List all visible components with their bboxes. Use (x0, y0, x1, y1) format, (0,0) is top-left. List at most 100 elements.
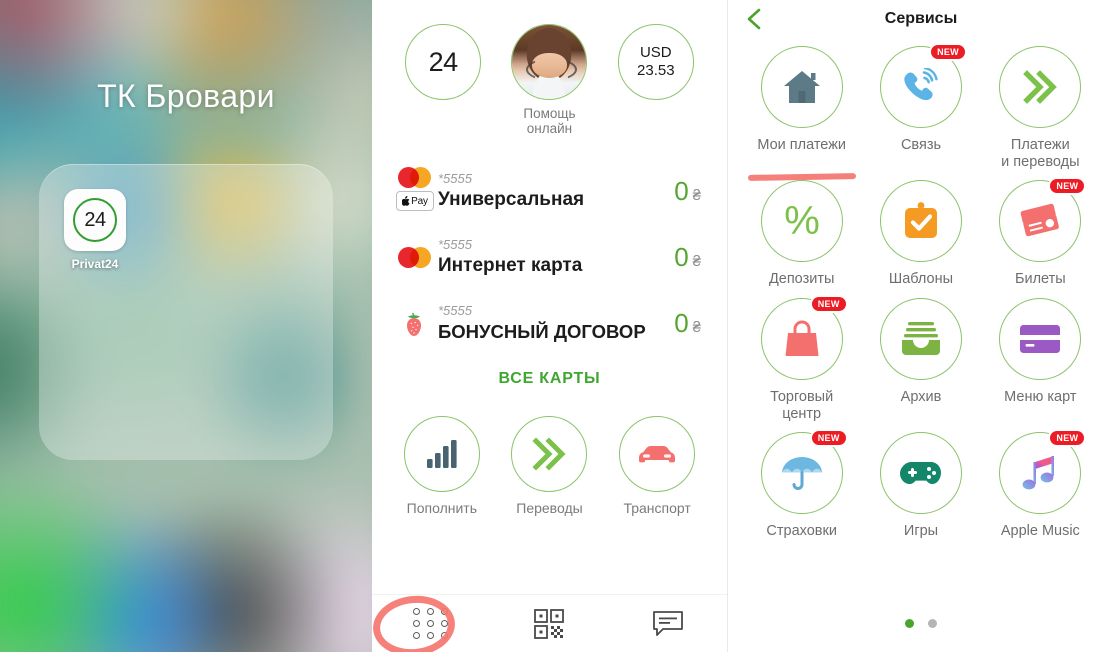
service-item-card-menu[interactable]: Меню карт (981, 294, 1100, 422)
gamepad-icon (899, 462, 941, 485)
app-icon-privat24[interactable]: 24 Privat24 (62, 189, 128, 271)
card-info: *5555 БОНУСНЫЙ ДОГОВОР (438, 303, 674, 343)
usd-rate-value: 23.53 (637, 62, 675, 79)
service-icon-circle[interactable] (879, 298, 962, 381)
service-icon-circle[interactable]: NEW (999, 431, 1085, 515)
service-label: Apple Music (1000, 523, 1080, 540)
service-icon-circle[interactable] (879, 180, 962, 263)
service-item-archive[interactable]: Архив (861, 294, 980, 422)
card-balance: 0 ₴ (674, 308, 701, 339)
umbrella-icon (781, 457, 822, 491)
service-label: Архив (900, 389, 942, 406)
privat24-main-panel: 24 Помощь онлайн USD 23.53 Pay *5555 Уни… (370, 0, 728, 652)
service-icon-circle[interactable]: NEW (760, 297, 846, 381)
card-name: Интернет карта (438, 255, 583, 276)
service-item-insurance[interactable]: NEW Страховки (742, 428, 861, 540)
tab-chat[interactable] (628, 602, 708, 646)
support-avatar[interactable] (511, 24, 588, 100)
quick-action-topup-label: Пополнить (406, 500, 477, 516)
card-row[interactable]: *5555 БОНУСНЫЙ ДОГОВОР 0 ₴ (372, 290, 727, 356)
service-icon-circle[interactable]: NEW (760, 431, 846, 515)
service-icon-circle[interactable] (999, 298, 1082, 381)
service-icon-circle[interactable]: NEW (999, 179, 1085, 263)
quick-action-transport[interactable]: Транспорт (605, 416, 709, 516)
usd-rate-circle[interactable]: USD 23.53 (617, 24, 694, 100)
service-item-deposits[interactable]: % Депозиты (742, 176, 861, 288)
clipboard-check-icon (904, 202, 937, 239)
service-item-communication[interactable]: NEW Связь (861, 42, 980, 170)
home-icon (783, 71, 820, 103)
currency-symbol-icon: ₴ (692, 318, 701, 336)
strawberry-icon (407, 312, 421, 336)
new-badge: NEW (931, 45, 965, 59)
usd-currency-label: USD (639, 44, 672, 62)
privat24-logo-text: 24 (428, 46, 459, 77)
service-icon-circle[interactable]: % (760, 180, 843, 263)
card-info: *5555 Интернет карта (438, 237, 674, 277)
card-name: БОНУСНЫЙ ДОГОВОР (438, 321, 646, 342)
service-label: Торговый центр (742, 389, 861, 422)
service-label: Игры (903, 523, 939, 540)
service-item-games[interactable]: Игры (861, 428, 980, 540)
tab-qr[interactable] (509, 602, 589, 646)
service-icon-circle[interactable]: NEW (879, 45, 965, 128)
pagination-dot-active[interactable] (905, 619, 914, 628)
services-grid: Мои платежи NEW Связь Платежи и переводы… (728, 38, 1114, 540)
pagination-dots[interactable] (728, 619, 1114, 628)
quick-action-transfers[interactable]: Переводы (497, 416, 601, 516)
service-label-line2: центр (782, 405, 822, 422)
service-item-my-payments[interactable]: Мои платежи (742, 42, 861, 182)
service-icon-circle[interactable] (760, 46, 843, 128)
service-label: Мои платежи (757, 137, 846, 153)
back-button[interactable] (742, 6, 768, 32)
service-item-templates[interactable]: Шаблоны (861, 176, 980, 288)
quick-action-topup[interactable]: Пополнить (390, 416, 494, 516)
service-item-tickets[interactable]: NEW Билеты (981, 176, 1100, 288)
page-title: Сервисы (884, 10, 958, 27)
service-item-apple-music[interactable]: NEW Apple Music (981, 428, 1100, 540)
quick-action-topup-circle[interactable] (403, 416, 480, 492)
new-badge: NEW (1050, 431, 1085, 446)
card-balance-amount: 0 (674, 175, 689, 206)
qr-code-icon (534, 608, 565, 639)
tab-services[interactable] (370, 591, 471, 652)
service-item-payments-transfers[interactable]: Платежи и переводы (981, 42, 1100, 170)
card-mask: *5555 (438, 237, 472, 252)
card-info: *5555 Универсальная (438, 171, 674, 211)
bottom-tab-bar (370, 591, 727, 652)
top-circles-row: 24 Помощь онлайн USD 23.53 (372, 0, 727, 136)
pagination-dot[interactable] (928, 619, 937, 628)
quick-action-transfers-circle[interactable] (511, 416, 588, 492)
quick-action-transfers-label: Переводы (516, 500, 583, 516)
music-note-icon (1022, 456, 1055, 490)
apple-pay-icon: Pay (396, 191, 434, 211)
phone-signal-icon (904, 68, 938, 101)
new-badge: NEW (811, 431, 846, 446)
privat24-logo-button[interactable]: 24 (393, 24, 493, 100)
service-icon-circle[interactable] (879, 432, 962, 515)
service-icon-circle[interactable] (999, 46, 1082, 128)
card-row[interactable]: Pay *5555 Универсальная 0 ₴ (372, 158, 727, 224)
card-mask: *5555 (438, 171, 472, 186)
privat24-logo-circle[interactable]: 24 (405, 24, 482, 100)
new-badge: NEW (811, 297, 846, 312)
quick-action-transport-label: Транспорт (623, 500, 691, 516)
folder-title: ТК Бровари (97, 78, 275, 114)
usd-rate-button[interactable]: USD 23.53 (606, 24, 706, 100)
online-help-button[interactable]: Помощь онлайн (499, 24, 599, 136)
card-balance: 0 ₴ (674, 242, 701, 273)
percent-icon: % (784, 200, 820, 242)
card-name: Универсальная (438, 189, 585, 210)
screenshot-root: ТК Бровари 24 Privat24 24 Помощь онлайн (0, 0, 1114, 652)
quick-action-transport-circle[interactable] (619, 416, 696, 492)
new-badge: NEW (1050, 179, 1085, 194)
shopping-bag-icon (785, 320, 819, 357)
privat24-app-icon[interactable]: 24 (64, 189, 126, 251)
archive-tray-icon (901, 322, 940, 356)
currency-symbol-icon: ₴ (692, 252, 701, 270)
cards-list: Pay *5555 Универсальная 0 ₴ *5555 Интерн… (372, 158, 727, 392)
all-cards-button[interactable]: ВСЕ КАРТЫ (372, 356, 727, 392)
card-row[interactable]: *5555 Интернет карта 0 ₴ (372, 224, 727, 290)
service-item-shopping-center[interactable]: NEW Торговый центр (742, 294, 861, 422)
car-icon (639, 446, 676, 463)
